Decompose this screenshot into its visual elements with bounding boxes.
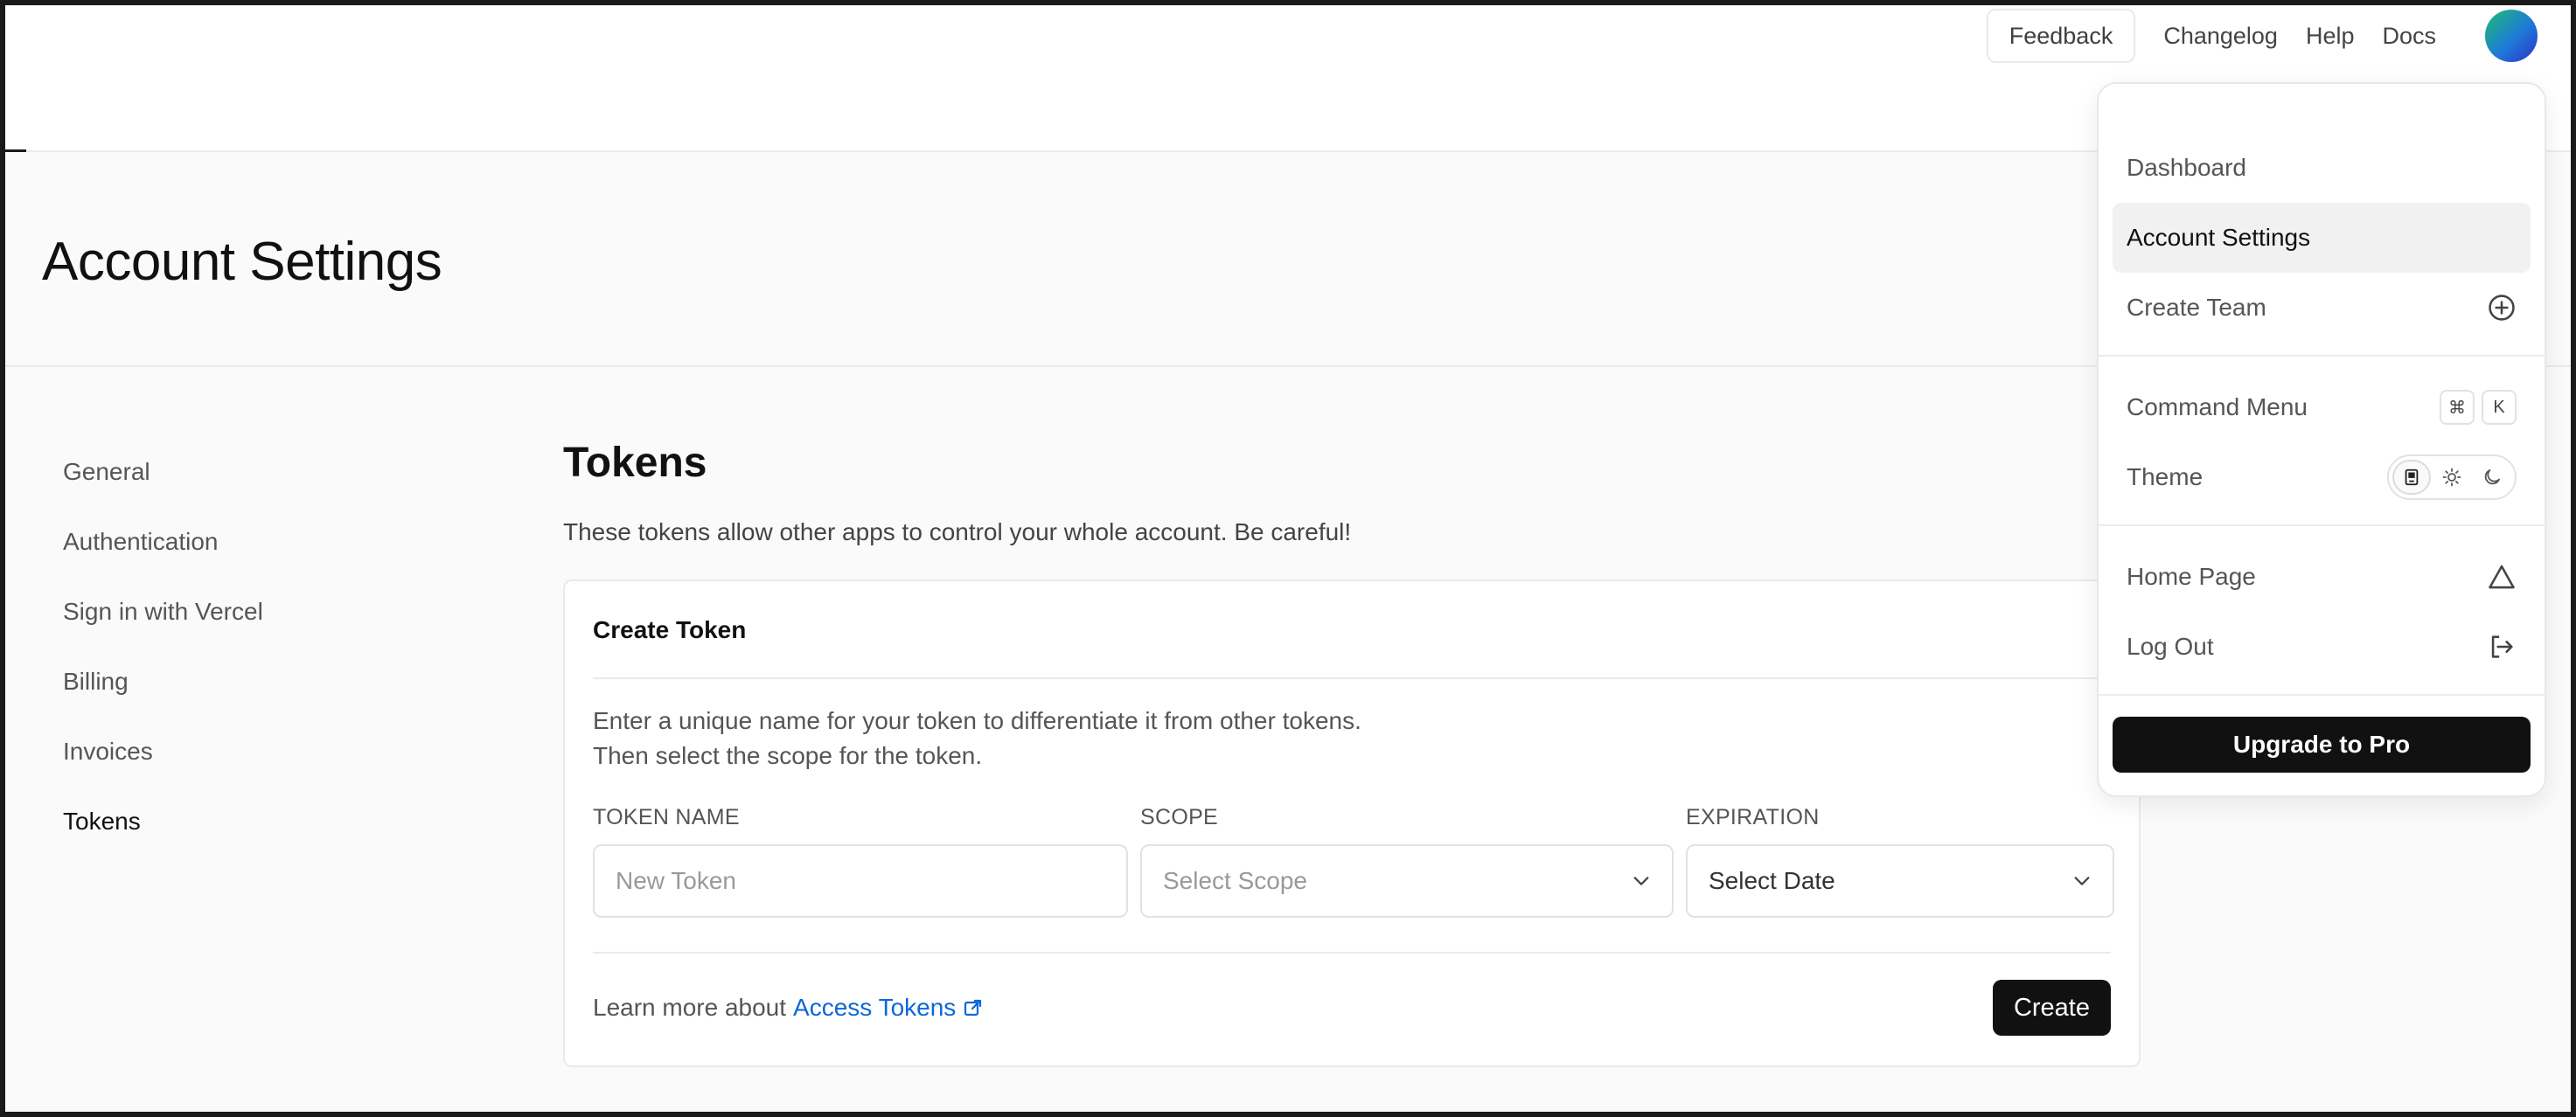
token-name-label: TOKEN NAME: [593, 805, 740, 829]
external-link-icon[interactable]: [963, 997, 984, 1018]
chevron-down-icon: [2074, 877, 2090, 885]
tokens-section: Tokens These tokens allow other apps to …: [563, 439, 2141, 1067]
card-description-line-1: Enter a unique name for your token to di…: [593, 707, 1361, 734]
access-tokens-link[interactable]: Access Tokens: [793, 994, 956, 1022]
theme-system-option[interactable]: [2392, 460, 2431, 495]
learn-more-prefix: Learn more about: [593, 994, 787, 1021]
page-title: Account Settings: [42, 232, 442, 292]
menu-item-command-menu[interactable]: Command Menu ⌘ K: [2113, 372, 2531, 442]
menu-item-label: Log Out: [2127, 633, 2214, 660]
menu-separator: [2099, 524, 2545, 526]
card-footer-divider: [593, 952, 2111, 954]
menu-item-log-out[interactable]: Log Out: [2113, 612, 2531, 682]
chevron-down-icon: [1633, 877, 1649, 885]
menu-item-label: Dashboard: [2127, 154, 2246, 181]
menu-separator: [2099, 355, 2545, 357]
sun-icon: [2442, 468, 2461, 487]
keyboard-shortcut: ⌘ K: [2440, 390, 2517, 425]
menu-item-account-settings[interactable]: Account Settings: [2113, 203, 2531, 273]
section-title: Tokens: [563, 440, 707, 486]
menu-item-dashboard[interactable]: Dashboard: [2113, 133, 2531, 203]
menu-item-label: Command Menu: [2127, 393, 2308, 420]
create-token-button[interactable]: Create: [1992, 980, 2111, 1036]
create-token-card: Create Token Enter a unique name for you…: [563, 579, 2141, 1067]
theme-light-option[interactable]: [2433, 460, 2471, 495]
sidebar-item-general[interactable]: General: [63, 451, 263, 521]
app-window: Feedback Changelog Help Docs Account Set…: [0, 0, 2576, 1117]
expiration-field: EXPIRATION Select Date: [1686, 805, 2114, 918]
menu-item-label: Theme: [2127, 463, 2204, 490]
menu-item-theme: Theme: [2113, 442, 2531, 512]
card-footer: Learn more about Access Tokens Create: [593, 980, 2111, 1036]
menu-item-label: Create Team: [2127, 294, 2266, 321]
theme-switcher: [2387, 454, 2517, 500]
expiration-select[interactable]: Select Date: [1686, 844, 2114, 918]
menu-item-home-page[interactable]: Home Page: [2113, 542, 2531, 612]
monitor-icon: [2405, 468, 2419, 486]
sidebar-item-tokens[interactable]: Tokens: [63, 801, 263, 871]
token-name-input[interactable]: New Token: [593, 844, 1128, 918]
sidebar-item-authentication[interactable]: Authentication: [63, 521, 263, 591]
scope-field: SCOPE Select Scope: [1140, 805, 1674, 918]
upgrade-to-pro-button[interactable]: Upgrade to Pro: [2113, 717, 2531, 773]
changelog-link[interactable]: Changelog: [2163, 23, 2278, 50]
menu-item-label: Home Page: [2127, 563, 2256, 590]
help-link[interactable]: Help: [2306, 23, 2355, 50]
menu-item-create-team[interactable]: Create Team: [2113, 273, 2531, 343]
scope-label: SCOPE: [1140, 805, 1219, 829]
log-out-icon: [2491, 635, 2513, 658]
menu-item-label: Account Settings: [2127, 224, 2311, 251]
scope-select[interactable]: Select Scope: [1140, 844, 1674, 918]
card-title: Create Token: [593, 616, 747, 643]
k-key: K: [2482, 390, 2517, 425]
card-divider: [593, 677, 2111, 679]
vercel-triangle-icon: [2489, 565, 2515, 589]
settings-sidebar: General Authentication Sign in with Verc…: [63, 451, 263, 871]
feedback-button[interactable]: Feedback: [1986, 9, 2136, 63]
moon-icon: [2484, 469, 2500, 485]
token-form-fields: TOKEN NAME New Token SCOPE Select Scope …: [593, 805, 2114, 918]
card-header: Create Token: [565, 581, 2139, 679]
user-avatar[interactable]: [2485, 10, 2538, 62]
docs-link[interactable]: Docs: [2382, 23, 2436, 50]
section-description: These tokens allow other apps to control…: [563, 518, 1352, 545]
card-description: Enter a unique name for your token to di…: [593, 704, 1361, 774]
sidebar-item-invoices[interactable]: Invoices: [63, 731, 263, 801]
plus-circle-icon: [2489, 295, 2515, 321]
user-menu: Dashboard Account Settings Create Team C…: [2097, 82, 2546, 797]
sidebar-item-sign-in-with-vercel[interactable]: Sign in with Vercel: [63, 591, 263, 661]
scope-select-value: Select Scope: [1163, 867, 1307, 894]
top-nav: Feedback Changelog Help Docs: [1986, 9, 2538, 63]
token-name-field: TOKEN NAME New Token: [593, 805, 1128, 918]
learn-more-text: Learn more about Access Tokens: [593, 994, 984, 1022]
cmd-key: ⌘: [2440, 390, 2475, 425]
expiration-label: EXPIRATION: [1686, 805, 1820, 829]
menu-separator: [2099, 694, 2545, 696]
theme-dark-option[interactable]: [2473, 460, 2511, 495]
sidebar-item-billing[interactable]: Billing: [63, 661, 263, 731]
expiration-select-value: Select Date: [1709, 867, 1835, 894]
card-description-line-2: Then select the scope for the token.: [593, 742, 983, 769]
